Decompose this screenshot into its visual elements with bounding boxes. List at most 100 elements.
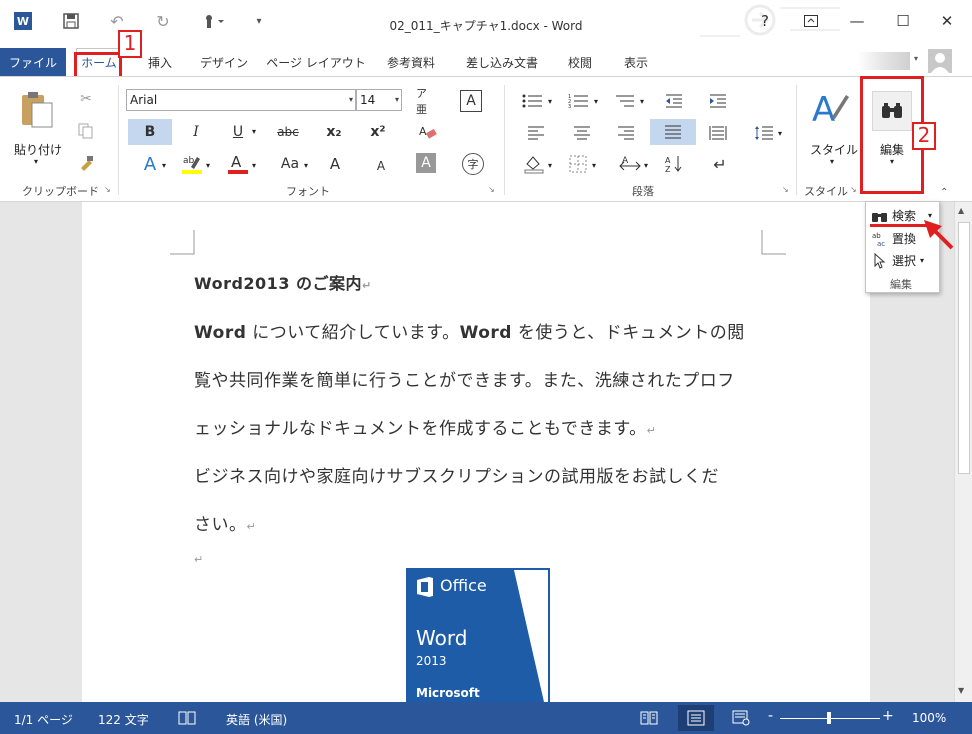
font-color-dropdown-icon[interactable]: ▾ (252, 161, 256, 170)
align-right-icon[interactable] (614, 123, 638, 143)
zoom-out-button[interactable]: - (768, 708, 773, 724)
collapse-ribbon-icon[interactable]: ⌃ (940, 187, 948, 198)
paste-icon[interactable] (14, 87, 58, 131)
shading-icon[interactable] (522, 153, 546, 175)
strikethrough-button[interactable]: abc (272, 121, 304, 143)
document-heading[interactable]: Word2013 のご案内↵ (194, 270, 372, 294)
highlight-color-icon[interactable]: ab (180, 153, 204, 175)
enclosed-character-icon[interactable]: 字 (462, 153, 484, 175)
font-size-input[interactable]: 14 ▾ (356, 89, 402, 111)
paste-button-label[interactable]: 貼り付け (14, 141, 62, 158)
font-size-dropdown-icon[interactable]: ▾ (395, 90, 399, 110)
print-layout-button[interactable] (678, 705, 714, 731)
numbering-icon[interactable]: 123 (566, 91, 592, 111)
tab-insert[interactable]: 挿入 (140, 48, 180, 76)
format-painter-icon[interactable] (76, 153, 96, 173)
asian-layout-icon[interactable]: A (616, 153, 644, 175)
decrease-indent-icon[interactable] (662, 91, 686, 111)
styles-dropdown-icon[interactable]: ▾ (830, 157, 834, 166)
select-dropdown-icon[interactable]: ▾ (920, 256, 924, 265)
tab-review[interactable]: 校閲 (560, 48, 600, 76)
cut-icon[interactable]: ✂ (76, 89, 96, 109)
grow-font-button[interactable]: A (324, 153, 346, 175)
text-effects-dropdown-icon[interactable]: ▾ (162, 161, 166, 170)
help-button[interactable]: ? (750, 8, 780, 34)
subscript-button[interactable]: x₂ (322, 121, 346, 143)
vertical-scrollbar[interactable]: ▲ ▼ (954, 202, 972, 702)
sort-icon[interactable]: AZ (662, 153, 686, 175)
multilevel-dropdown-icon[interactable]: ▾ (640, 97, 644, 106)
read-mode-icon[interactable] (640, 710, 658, 729)
zoom-slider-thumb[interactable] (827, 712, 831, 724)
word-count[interactable]: 122 文字 (98, 711, 149, 728)
copy-icon[interactable] (76, 121, 96, 141)
shrink-font-button[interactable]: A (370, 155, 392, 177)
distributed-icon[interactable] (706, 123, 730, 143)
styles-button-label[interactable]: スタイル (810, 141, 858, 158)
shading-dropdown-icon[interactable]: ▾ (548, 161, 552, 170)
change-case-button[interactable]: Aa (276, 153, 304, 175)
language-status[interactable]: 英語 (米国) (226, 711, 287, 728)
page-count[interactable]: 1/1 ページ (14, 711, 73, 728)
maximize-button[interactable]: ☐ (888, 8, 918, 34)
styles-launcher-icon[interactable]: ↘ (850, 185, 857, 194)
tab-design[interactable]: デザイン (196, 48, 252, 76)
align-left-icon[interactable] (524, 123, 548, 143)
font-color-icon[interactable]: A (226, 153, 250, 175)
highlight-dropdown-icon[interactable]: ▾ (206, 161, 210, 170)
scroll-up-icon[interactable]: ▲ (958, 206, 964, 215)
font-name-input[interactable]: Arial ▾ (126, 89, 356, 111)
borders-dropdown-icon[interactable]: ▾ (592, 161, 596, 170)
italic-button[interactable]: I (184, 121, 208, 143)
scroll-down-icon[interactable]: ▼ (958, 686, 964, 695)
office-word-2013-image[interactable]: Office Word 2013 Microsoft (406, 568, 550, 702)
underline-button[interactable]: U (228, 121, 248, 143)
character-shading-icon[interactable]: A (416, 153, 436, 173)
scroll-thumb[interactable] (958, 222, 970, 474)
minimize-button[interactable]: — (842, 8, 872, 34)
bullets-dropdown-icon[interactable]: ▾ (548, 97, 552, 106)
empty-paragraph[interactable]: ↵ (194, 548, 204, 568)
paragraph-1-line-1[interactable]: Word について紹介しています。Word を使うと、ドキュメントの閲 (194, 318, 745, 343)
tab-page-layout[interactable]: ページ レイアウト (264, 48, 368, 76)
line-spacing-icon[interactable] (752, 123, 776, 143)
justify-icon[interactable] (650, 119, 696, 145)
bullets-icon[interactable] (520, 91, 546, 111)
web-layout-icon[interactable] (732, 710, 750, 729)
styles-icon[interactable]: A (808, 87, 852, 131)
text-effects-icon[interactable]: A (138, 153, 162, 175)
align-center-icon[interactable] (570, 123, 594, 143)
proofing-icon[interactable] (178, 710, 196, 729)
account-name[interactable] (858, 52, 910, 70)
close-button[interactable]: ✕ (932, 8, 962, 34)
character-border-icon[interactable]: A (460, 90, 482, 112)
change-case-dropdown-icon[interactable]: ▾ (304, 161, 308, 170)
line-spacing-dropdown-icon[interactable]: ▾ (778, 129, 782, 138)
increase-indent-icon[interactable] (706, 91, 730, 111)
paragraph-2-line-2[interactable]: さい。↵ (194, 510, 256, 535)
select-menu-item[interactable]: 選択 ▾ (872, 252, 924, 269)
paragraph-1-line-3[interactable]: ェッショナルなドキュメントを作成することもできます。↵ (194, 414, 656, 439)
asian-layout-dropdown-icon[interactable]: ▾ (644, 161, 648, 170)
zoom-in-button[interactable]: + (882, 708, 894, 724)
tab-file[interactable]: ファイル (0, 48, 66, 76)
account-dropdown-icon[interactable]: ▾ (914, 54, 918, 63)
zoom-level[interactable]: 100% (912, 711, 946, 725)
superscript-button[interactable]: x² (366, 121, 390, 143)
borders-icon[interactable] (566, 153, 590, 175)
underline-dropdown-icon[interactable]: ▾ (252, 127, 256, 136)
numbering-dropdown-icon[interactable]: ▾ (594, 97, 598, 106)
paragraph-1-line-2[interactable]: 覧や共同作業を簡単に行うことができます。また、洗練されたプロフ (194, 366, 735, 391)
tab-view[interactable]: 表示 (616, 48, 656, 76)
clear-formatting-icon[interactable]: A (416, 121, 440, 143)
phonetic-guide-icon[interactable]: ア亜 (416, 87, 436, 116)
paste-dropdown-icon[interactable]: ▾ (34, 157, 38, 166)
tab-mailings[interactable]: 差し込み文書 (458, 48, 546, 76)
font-name-dropdown-icon[interactable]: ▾ (349, 90, 353, 110)
tab-references[interactable]: 参考資料 (380, 48, 442, 76)
multilevel-list-icon[interactable] (612, 91, 638, 111)
avatar[interactable] (928, 49, 952, 73)
show-paragraph-marks-icon[interactable]: ↵ (708, 153, 732, 175)
ribbon-display-options-button[interactable] (796, 8, 826, 34)
font-launcher-icon[interactable]: ↘ (488, 185, 495, 194)
